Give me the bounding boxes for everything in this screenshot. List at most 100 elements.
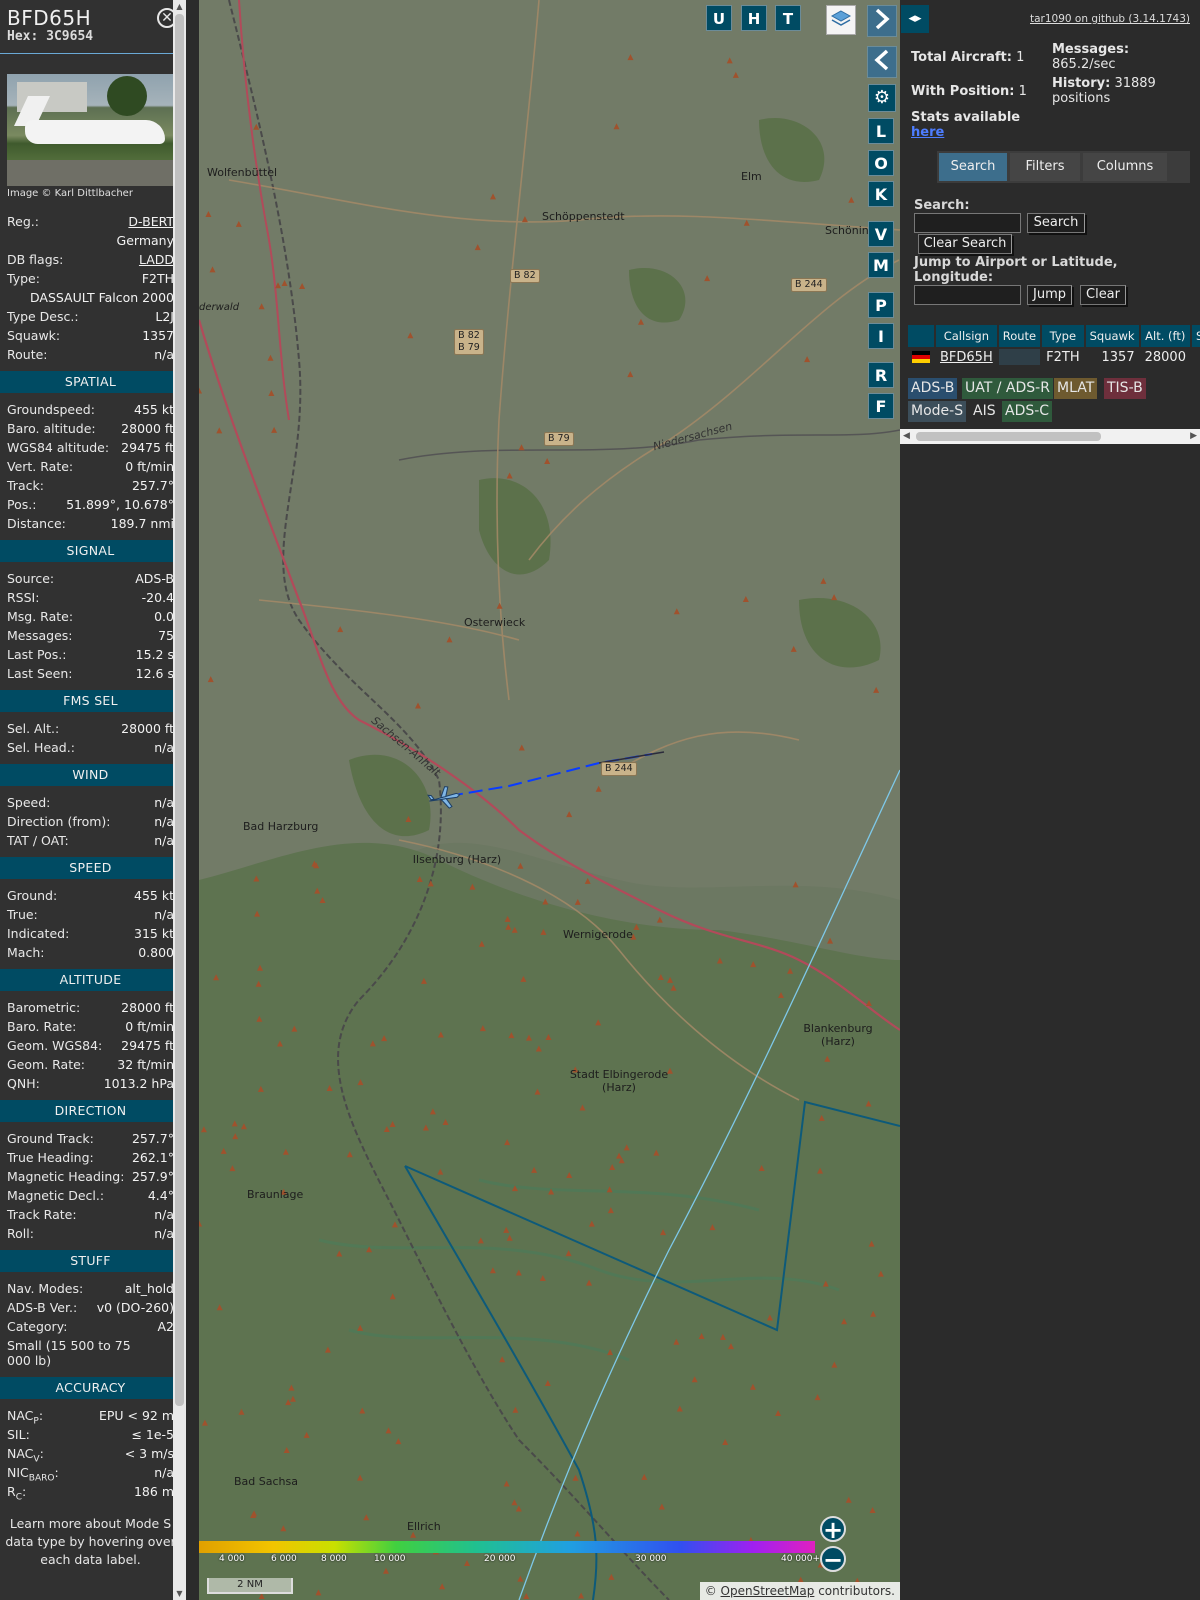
- zoom-out-button[interactable]: −: [820, 1546, 846, 1572]
- info-label[interactable]: SIL:: [7, 1425, 30, 1444]
- scroll-right-icon[interactable]: ▶: [1190, 429, 1197, 444]
- info-label[interactable]: NACV:: [7, 1444, 44, 1465]
- info-label[interactable]: True:: [7, 905, 38, 924]
- section-header-altitude[interactable]: ALTITUDE: [0, 969, 181, 991]
- collapse-left-icon[interactable]: [867, 46, 897, 78]
- info-label[interactable]: Route:: [7, 345, 48, 364]
- scroll-up-icon[interactable]: ▲: [173, 2, 186, 11]
- column-header-alt-ft[interactable]: Alt. (ft): [1140, 325, 1190, 347]
- info-label[interactable]: Source:: [7, 569, 54, 588]
- info-label[interactable]: Magnetic Heading:: [7, 1167, 124, 1186]
- settings-gear-icon[interactable]: ⚙: [868, 84, 896, 112]
- map-button-f[interactable]: F: [868, 393, 894, 419]
- info-label[interactable]: Type:: [7, 269, 40, 288]
- map-button-h[interactable]: H: [741, 5, 767, 31]
- table-horizontal-scrollbar[interactable]: ◀ ▶: [900, 429, 1200, 444]
- map-button-m[interactable]: M: [868, 252, 894, 278]
- section-header-speed[interactable]: SPEED: [0, 857, 181, 879]
- section-header-spatial[interactable]: SPATIAL: [0, 371, 181, 393]
- column-header-spd[interactable]: Spd.: [1191, 325, 1200, 347]
- column-header-route[interactable]: Route: [998, 325, 1041, 347]
- expand-right-icon[interactable]: [867, 5, 897, 37]
- info-label[interactable]: Ground Track:: [7, 1129, 94, 1148]
- info-label[interactable]: Magnetic Decl.:: [7, 1186, 104, 1205]
- sidebar-toggle-icon[interactable]: ◂▸: [901, 5, 929, 33]
- column-header-callsign[interactable]: Callsign: [936, 325, 997, 347]
- info-label[interactable]: Track:: [7, 476, 44, 495]
- map-button-p[interactable]: P: [868, 292, 894, 318]
- info-label[interactable]: Pos.:: [7, 495, 36, 514]
- legend-ais[interactable]: AIS: [970, 401, 999, 422]
- info-label[interactable]: ADS-B Ver.:: [7, 1298, 77, 1317]
- info-label[interactable]: Vert. Rate:: [7, 457, 73, 476]
- scroll-thumb-horizontal[interactable]: [916, 432, 1101, 441]
- scroll-left-icon[interactable]: ◀: [903, 429, 910, 444]
- section-header-direction[interactable]: DIRECTION: [0, 1100, 181, 1122]
- info-label[interactable]: RC:: [7, 1482, 26, 1503]
- map-button-k[interactable]: K: [868, 181, 894, 207]
- map-button-t[interactable]: T: [775, 5, 801, 31]
- section-header-accuracy[interactable]: ACCURACY: [0, 1377, 181, 1399]
- table-row[interactable]: BFD65H F2TH 1357 28000: [908, 349, 1200, 365]
- info-label[interactable]: TAT / OAT:: [7, 831, 69, 850]
- version-link[interactable]: tar1090 on github (3.14.1743): [1030, 13, 1190, 25]
- info-label[interactable]: Sel. Alt.:: [7, 719, 59, 738]
- map-button-o[interactable]: O: [868, 150, 894, 176]
- layers-icon[interactable]: [826, 5, 856, 35]
- info-label[interactable]: Baro. Rate:: [7, 1017, 76, 1036]
- info-value[interactable]: D-BERT: [128, 212, 174, 231]
- legend-uat-ads-r[interactable]: UAT / ADS-R: [962, 378, 1053, 399]
- jump-input[interactable]: [914, 285, 1021, 305]
- section-header-stuff[interactable]: STUFF: [0, 1250, 181, 1272]
- info-label[interactable]: Roll:: [7, 1224, 34, 1243]
- info-label[interactable]: Squawk:: [7, 326, 60, 345]
- zoom-in-button[interactable]: +: [820, 1516, 846, 1542]
- scroll-down-icon[interactable]: ▼: [173, 1589, 186, 1598]
- legend-tis-b[interactable]: TIS-B: [1104, 378, 1146, 399]
- info-label[interactable]: Speed:: [7, 793, 50, 812]
- tab-filters[interactable]: Filters: [1010, 153, 1080, 181]
- legend-ads-b[interactable]: ADS-B: [908, 378, 958, 399]
- osm-link[interactable]: OpenStreetMap: [721, 1584, 815, 1598]
- info-label[interactable]: Nav. Modes:: [7, 1279, 83, 1298]
- section-header-wind[interactable]: WIND: [0, 764, 181, 786]
- info-label[interactable]: Messages:: [7, 626, 73, 645]
- legend-ads-c[interactable]: ADS-C: [1002, 401, 1053, 422]
- map-button-v[interactable]: V: [868, 221, 894, 247]
- clear-button[interactable]: Clear: [1080, 285, 1126, 305]
- stats-here-link[interactable]: here: [911, 125, 944, 140]
- info-label[interactable]: Mach:: [7, 943, 44, 962]
- info-label[interactable]: Track Rate:: [7, 1205, 77, 1224]
- column-header-type[interactable]: Type: [1042, 325, 1084, 347]
- info-label[interactable]: Geom. Rate:: [7, 1055, 85, 1074]
- info-label[interactable]: Geom. WGS84:: [7, 1036, 102, 1055]
- info-label[interactable]: Barometric:: [7, 998, 80, 1017]
- info-label[interactable]: Reg.:: [7, 212, 39, 231]
- aircraft-icon[interactable]: [427, 785, 461, 811]
- map-button-i[interactable]: I: [868, 323, 894, 349]
- legend-mlat[interactable]: MLAT: [1054, 378, 1098, 399]
- info-label[interactable]: Distance:: [7, 514, 66, 533]
- info-label[interactable]: Msg. Rate:: [7, 607, 73, 626]
- info-label[interactable]: Ground:: [7, 886, 57, 905]
- info-label[interactable]: Groundspeed:: [7, 400, 95, 419]
- map-button-l[interactable]: L: [868, 118, 894, 144]
- info-label[interactable]: Small (15 500 to 75 000 lb): [7, 1338, 137, 1368]
- scroll-thumb[interactable]: [175, 14, 184, 1406]
- info-label[interactable]: DB flags:: [7, 250, 63, 269]
- info-label[interactable]: Last Pos.:: [7, 645, 66, 664]
- info-label[interactable]: Category:: [7, 1317, 67, 1336]
- info-label[interactable]: Sel. Head.:: [7, 738, 75, 757]
- search-button[interactable]: Search: [1027, 213, 1085, 233]
- section-header-fms-sel[interactable]: FMS SEL: [0, 690, 181, 712]
- info-label[interactable]: Baro. altitude:: [7, 419, 96, 438]
- info-label[interactable]: WGS84 altitude:: [7, 438, 109, 457]
- info-label[interactable]: NICBARO:: [7, 1463, 59, 1484]
- info-value[interactable]: LADD: [139, 250, 174, 269]
- clear-search-button[interactable]: Clear Search: [918, 234, 1012, 254]
- tab-search[interactable]: Search: [939, 153, 1007, 181]
- map-button-r[interactable]: R: [868, 362, 894, 388]
- map-view[interactable]: Wolfenbüttel Schöppenstedt Elm Schöninge Ost…: [199, 0, 900, 1600]
- section-header-signal[interactable]: SIGNAL: [0, 540, 181, 562]
- jump-button[interactable]: Jump: [1027, 285, 1072, 305]
